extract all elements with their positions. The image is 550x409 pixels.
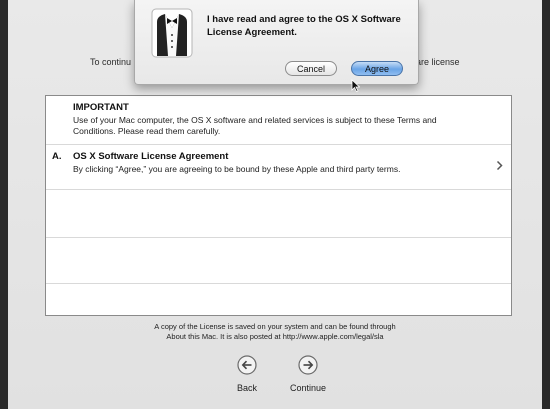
footer-line-1: A copy of the License is saved on your s… [154, 322, 396, 331]
continue-label: Continue [289, 383, 327, 393]
important-text: Use of your Mac computer, the OS X softw… [73, 115, 437, 136]
forward-arrow-icon[interactable] [298, 355, 318, 375]
important-heading: IMPORTANT [73, 102, 129, 113]
empty-row [46, 283, 511, 317]
license-footer: A copy of the License is saved on your s… [8, 322, 542, 342]
chevron-right-icon[interactable] [496, 160, 503, 171]
terms-panel[interactable]: IMPORTANT Use of your Mac computer, the … [45, 95, 512, 316]
back-label: Back [236, 383, 257, 393]
agree-button[interactable]: Agree [351, 61, 403, 76]
cancel-button[interactable]: Cancel [285, 61, 337, 76]
tuxedo-icon [151, 8, 193, 58]
footer-line-2: About this Mac. It is also posted at htt… [166, 332, 384, 341]
license-letter: A. [52, 151, 62, 162]
page-subtitle-left: To continu [90, 57, 132, 67]
license-title: OS X Software License Agreement [73, 151, 229, 162]
dialog-message: I have read and agree to the OS X Softwa… [207, 14, 401, 38]
empty-row [46, 237, 511, 284]
mouse-pointer-icon [351, 79, 360, 92]
page-subtitle-right: are license [416, 57, 460, 67]
continue-button[interactable]: Continue [285, 355, 331, 393]
back-button[interactable]: Back [230, 355, 264, 393]
license-text: By clicking “Agree,” you are agreeing to… [73, 164, 401, 174]
back-arrow-icon[interactable] [237, 355, 257, 375]
agree-dialog: I have read and agree to the OS X Softwa… [134, 0, 419, 85]
empty-row [46, 189, 511, 238]
license-row[interactable]: A. OS X Software License Agreement By cl… [46, 144, 511, 190]
terms-important-row: IMPORTANT Use of your Mac computer, the … [46, 96, 511, 145]
